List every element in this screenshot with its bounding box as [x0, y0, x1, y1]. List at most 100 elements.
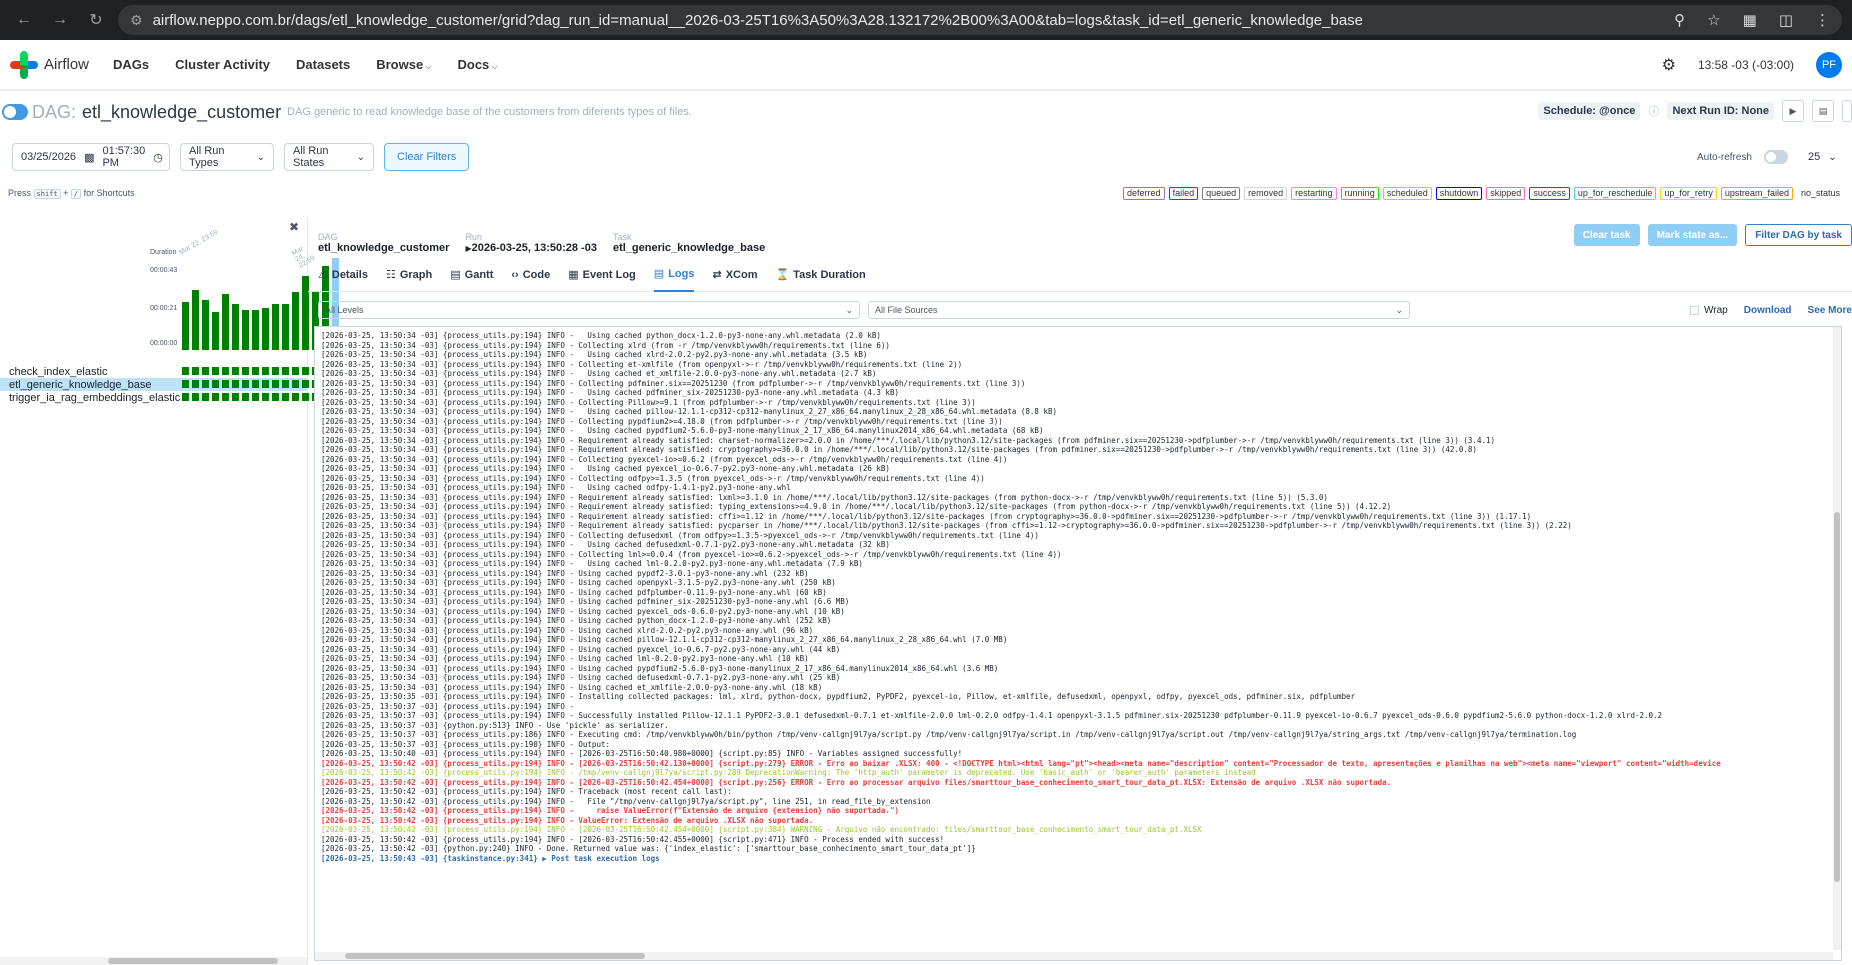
task-instance-square[interactable]	[232, 393, 239, 401]
task-instance-square[interactable]	[242, 367, 249, 375]
duration-bar[interactable]	[262, 308, 269, 350]
page-size-select[interactable]: 25 ⌄	[1800, 143, 1840, 171]
task-instance-square[interactable]	[282, 367, 289, 375]
task-row-etl-generic-knowledge-base[interactable]: etl_generic_knowledge_base	[0, 378, 339, 391]
duration-bar[interactable]	[192, 290, 199, 350]
collapse-icon[interactable]: ✖	[289, 220, 299, 234]
task-instance-square[interactable]	[232, 380, 239, 388]
legend-queued[interactable]: queued	[1202, 186, 1241, 200]
task-instance-square[interactable]	[262, 380, 269, 388]
theme-gear-icon[interactable]: ⚙	[1662, 55, 1676, 75]
task-instance-square[interactable]	[202, 393, 209, 401]
task-instance-square[interactable]	[212, 367, 219, 375]
back-icon[interactable]: ←	[10, 6, 38, 34]
legend-scheduled[interactable]: scheduled	[1382, 186, 1432, 200]
tab-logs[interactable]: ▤ Logs	[653, 258, 695, 292]
clear-task-button[interactable]: Clear task	[1573, 224, 1640, 246]
left-horizontal-scrollbar[interactable]	[0, 957, 307, 965]
airflow-logo[interactable]: Airflow	[10, 50, 89, 79]
tab-graph[interactable]: ☷ Graph	[386, 258, 432, 292]
delete-dag-icon[interactable]	[1842, 100, 1852, 122]
legend-failed[interactable]: failed	[1168, 186, 1199, 200]
parse-dag-icon[interactable]: ▤	[1812, 100, 1834, 122]
task-instance-square[interactable]	[222, 380, 229, 388]
legend-success[interactable]: success	[1529, 186, 1570, 200]
nav-docs[interactable]: Docs	[458, 57, 498, 72]
zoom-icon[interactable]: ⚲	[1674, 11, 1685, 29]
task-instance-square[interactable]	[192, 393, 199, 401]
nav-datasets[interactable]: Datasets	[296, 57, 350, 72]
site-settings-icon[interactable]: ⚙	[130, 12, 143, 29]
wrap-checkbox[interactable]: Wrap	[1690, 305, 1728, 316]
legend-upstream-failed[interactable]: upstream_failed	[1720, 186, 1793, 200]
task-instance-square[interactable]	[272, 393, 279, 401]
task-instance-square[interactable]	[282, 380, 289, 388]
clock-icon[interactable]: ◷	[153, 151, 163, 164]
tab-event-log[interactable]: ▦ Event Log	[568, 258, 636, 292]
task-instance-square[interactable]	[202, 380, 209, 388]
log-level-select[interactable]: All Levels ⌄	[318, 301, 860, 319]
address-bar[interactable]: ⚙ airflow.neppo.com.br/dags/etl_knowledg…	[118, 5, 1842, 35]
run-states-select[interactable]: All Run States ⌄	[284, 143, 374, 171]
mark-state-button[interactable]: Mark state as...	[1647, 224, 1738, 246]
log-source-select[interactable]: All File Sources ⌄	[868, 301, 1410, 319]
clear-filters-button[interactable]: Clear Filters	[384, 143, 470, 171]
bookmark-star-icon[interactable]: ☆	[1707, 11, 1720, 29]
see-more-link[interactable]: See More	[1808, 305, 1852, 316]
auto-refresh-switch[interactable]	[1764, 150, 1788, 164]
download-link[interactable]: Download	[1744, 305, 1792, 316]
task-instance-square[interactable]	[252, 393, 259, 401]
task-instance-square[interactable]	[222, 367, 229, 375]
task-instance-square[interactable]	[222, 393, 229, 401]
duration-bar[interactable]	[242, 310, 249, 350]
tab-code[interactable]: ‹› Code	[511, 258, 550, 292]
duration-bar[interactable]	[202, 300, 209, 350]
legend-shutdown[interactable]: shutdown	[1435, 186, 1483, 200]
tab-task-duration[interactable]: ⌛ Task Duration	[775, 258, 865, 292]
task-instance-square[interactable]	[232, 367, 239, 375]
menu-dots-icon[interactable]: ⋮	[1815, 11, 1830, 29]
task-instance-square[interactable]	[252, 367, 259, 375]
info-icon[interactable]: ⓘ	[1648, 103, 1659, 119]
task-instance-square[interactable]	[242, 393, 249, 401]
legend-no-status[interactable]: no_status	[1797, 187, 1844, 200]
nav-cluster-activity[interactable]: Cluster Activity	[175, 57, 270, 72]
legend-up-for-reschedule[interactable]: up_for_reschedule	[1573, 186, 1657, 200]
task-instance-square[interactable]	[282, 393, 289, 401]
task-instance-square[interactable]	[242, 380, 249, 388]
tab-details[interactable]: ⚠ Details	[318, 258, 368, 292]
sidepanel-icon[interactable]: ◫	[1779, 11, 1793, 29]
log-viewer[interactable]: [2026-03-25, 13:50:34 -03] {process_util…	[314, 326, 1842, 961]
duration-bar[interactable]	[232, 304, 239, 350]
task-row-trigger-ia-rag-embeddings-elastic[interactable]: trigger_ia_rag_embeddings_elastic	[0, 391, 339, 404]
duration-bar[interactable]	[222, 294, 229, 350]
duration-bar[interactable]	[252, 310, 259, 350]
task-instance-square[interactable]	[262, 367, 269, 375]
legend-up-for-retry[interactable]: up_for_retry	[1660, 186, 1717, 200]
duration-bar[interactable]	[212, 312, 219, 350]
filter-dag-by-task-button[interactable]: Filter DAG by task	[1745, 224, 1852, 246]
forward-icon[interactable]: →	[46, 6, 74, 34]
reload-icon[interactable]: ↻	[82, 6, 110, 34]
task-instance-square[interactable]	[292, 367, 299, 375]
calendar-icon[interactable]: ▩	[84, 151, 94, 164]
legend-deferred[interactable]: deferred	[1123, 186, 1165, 200]
task-row-check-index-elastic[interactable]: check_index_elastic	[0, 365, 339, 378]
task-breadcrumb[interactable]: etl_generic_knowledge_base	[613, 242, 765, 254]
task-instance-square[interactable]	[272, 367, 279, 375]
legend-skipped[interactable]: skipped	[1486, 186, 1526, 200]
log-horizontal-scrollbar[interactable]	[315, 952, 1833, 960]
task-instance-square[interactable]	[252, 380, 259, 388]
base-date-input[interactable]: 03/25/2026 ▩ 01:57:30 PM ◷	[12, 143, 170, 171]
duration-bar[interactable]	[282, 304, 289, 350]
dag-title[interactable]: etl_knowledge_customer	[82, 102, 281, 123]
task-instance-square[interactable]	[292, 380, 299, 388]
duration-bar[interactable]	[292, 292, 299, 350]
duration-bar[interactable]	[272, 304, 279, 350]
nav-browse[interactable]: Browse	[376, 57, 431, 72]
log-line[interactable]: [2026-03-25, 13:50:43 -03] {taskinstance…	[321, 854, 1835, 864]
nav-dags[interactable]: DAGs	[113, 57, 149, 72]
task-instance-square[interactable]	[202, 367, 209, 375]
task-instance-square[interactable]	[212, 393, 219, 401]
user-avatar[interactable]: PF	[1816, 51, 1842, 78]
